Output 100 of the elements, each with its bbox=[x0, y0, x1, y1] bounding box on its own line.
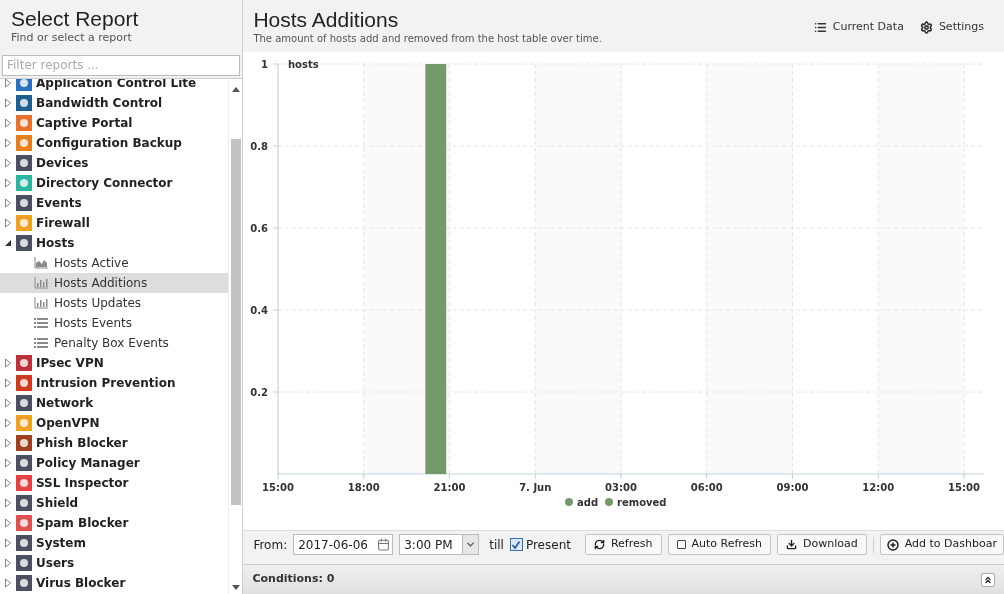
tree-item[interactable]: Intrusion Prevention bbox=[0, 373, 229, 393]
expanded-arrow-icon[interactable] bbox=[4, 239, 12, 247]
tree-item[interactable]: Events bbox=[0, 193, 229, 213]
app-icon bbox=[16, 555, 32, 571]
scrollbar[interactable] bbox=[228, 79, 243, 594]
x-tick-label: 12:00 bbox=[862, 482, 895, 493]
filter-field[interactable]: Filter reports ... bbox=[2, 54, 241, 76]
tree-item[interactable]: OpenVPN bbox=[0, 413, 229, 433]
collapsed-arrow-icon[interactable] bbox=[4, 79, 12, 88]
app-icon bbox=[16, 95, 32, 111]
app-icon bbox=[16, 135, 32, 151]
app-icon bbox=[16, 495, 32, 511]
plus-icon bbox=[886, 538, 899, 551]
date-field[interactable]: 2017-06-06 bbox=[293, 534, 394, 555]
settings-icon bbox=[919, 20, 933, 34]
bar-chart-icon bbox=[34, 277, 48, 289]
x-tick-label: 15:00 bbox=[262, 482, 295, 493]
app-icon bbox=[16, 155, 32, 171]
scroll-thumb[interactable] bbox=[230, 139, 241, 505]
till-label: till bbox=[489, 536, 504, 554]
app-icon bbox=[16, 235, 32, 251]
tree-item[interactable]: Spam Blocker bbox=[0, 513, 229, 533]
app-icon bbox=[16, 355, 32, 371]
tree-item[interactable]: Hosts Updates bbox=[0, 293, 229, 313]
tree-item[interactable]: Shield bbox=[0, 493, 229, 513]
caret-icon[interactable] bbox=[465, 539, 477, 550]
list-icon bbox=[34, 317, 48, 329]
report-description: The amount of hosts add and removed from the host table over time. bbox=[253, 32, 602, 46]
download-icon bbox=[786, 539, 798, 550]
y-tick-label: 0.6 bbox=[250, 223, 269, 234]
scroll-down-icon[interactable] bbox=[231, 585, 240, 590]
tree-item[interactable]: Hosts Additions bbox=[0, 273, 229, 293]
x-tick-label: 21:00 bbox=[434, 482, 466, 493]
header-action[interactable]: Current Data bbox=[813, 19, 904, 36]
refresh-button[interactable]: Refresh bbox=[584, 534, 662, 555]
tree-item[interactable]: IPsec VPN bbox=[0, 353, 229, 373]
download-button[interactable]: Download bbox=[777, 534, 867, 555]
present-checkbox[interactable]: Present bbox=[509, 535, 571, 554]
x-tick-label: 03:00 bbox=[605, 482, 638, 493]
tree-item[interactable]: Users bbox=[0, 553, 229, 573]
legend-label[interactable]: removed bbox=[617, 497, 667, 508]
app-icon bbox=[16, 575, 32, 591]
app-icon bbox=[16, 79, 32, 91]
list-icon bbox=[34, 337, 48, 349]
app-icon bbox=[16, 415, 32, 431]
x-tick-label: 15:00 bbox=[948, 482, 981, 493]
x-tick-label: 09:00 bbox=[777, 482, 809, 493]
calendar-icon[interactable] bbox=[377, 538, 391, 551]
sidebar-subtitle: Find or select a report bbox=[11, 31, 133, 45]
app-icon bbox=[16, 375, 32, 391]
y-tick-label: 1 bbox=[261, 59, 269, 70]
tree-item[interactable]: Network bbox=[0, 393, 229, 413]
legend-dot bbox=[565, 498, 574, 506]
conditions-label: Conditions: 0 bbox=[252, 571, 335, 588]
scroll-up-icon[interactable] bbox=[231, 87, 240, 92]
tree-item[interactable]: Phish Blocker bbox=[0, 433, 229, 453]
sidebar-title: Select Report bbox=[11, 7, 140, 31]
y-tick-label: 0.2 bbox=[250, 387, 269, 398]
tree-item[interactable]: Hosts Active bbox=[0, 253, 229, 273]
double-chevron-up-icon bbox=[983, 574, 993, 585]
tree-item[interactable]: Directory Connector bbox=[0, 173, 229, 193]
y-tick-label: 0.4 bbox=[250, 305, 269, 316]
tree-item[interactable]: SSL Inspector bbox=[0, 473, 229, 493]
tree-item[interactable]: Devices bbox=[0, 153, 229, 173]
tree-item[interactable]: Hosts bbox=[0, 233, 229, 253]
app-icon bbox=[16, 175, 32, 191]
header-action[interactable]: Settings bbox=[919, 19, 984, 36]
list-icon bbox=[813, 20, 827, 34]
x-tick-label: 7. Jun bbox=[519, 482, 552, 493]
app-icon bbox=[16, 455, 32, 471]
x-tick-label: 18:00 bbox=[348, 482, 381, 493]
collapse-button[interactable] bbox=[981, 572, 995, 587]
app-icon bbox=[16, 515, 32, 531]
tree-item[interactable]: System bbox=[0, 533, 229, 553]
auto-refresh-button[interactable]: Auto Refresh bbox=[667, 534, 772, 555]
app-icon bbox=[16, 195, 32, 211]
from-label: From: bbox=[253, 536, 288, 554]
app-icon bbox=[16, 215, 32, 231]
app-icon bbox=[16, 395, 32, 411]
legend-dot bbox=[605, 498, 614, 506]
refresh-icon bbox=[593, 539, 605, 550]
legend-label[interactable]: add bbox=[577, 497, 599, 508]
x-tick-label: 06:00 bbox=[691, 482, 724, 493]
tree-item[interactable]: Virus Blocker bbox=[0, 573, 229, 593]
tree-item[interactable]: Hosts Events bbox=[0, 313, 229, 333]
tree-item[interactable]: Bandwidth Control bbox=[0, 93, 229, 113]
check-icon[interactable] bbox=[511, 539, 522, 550]
tree-item[interactable]: Firewall bbox=[0, 213, 229, 233]
tree-item[interactable]: Captive Portal bbox=[0, 113, 229, 133]
app-icon bbox=[16, 115, 32, 131]
add-to-dashboard-button[interactable]: Add to Dashboar bbox=[879, 534, 1004, 555]
tree-item[interactable]: Policy Manager bbox=[0, 453, 229, 473]
app-icon bbox=[16, 535, 32, 551]
report-title: Hosts Additions bbox=[253, 7, 400, 32]
y-axis-label: hosts bbox=[288, 59, 320, 70]
area-chart-icon bbox=[34, 257, 48, 269]
app-icon bbox=[16, 435, 32, 451]
tree-item[interactable]: Penalty Box Events bbox=[0, 333, 229, 353]
time-dropdown[interactable]: 3:00 PM bbox=[399, 534, 480, 555]
tree-item[interactable]: Configuration Backup bbox=[0, 133, 229, 153]
